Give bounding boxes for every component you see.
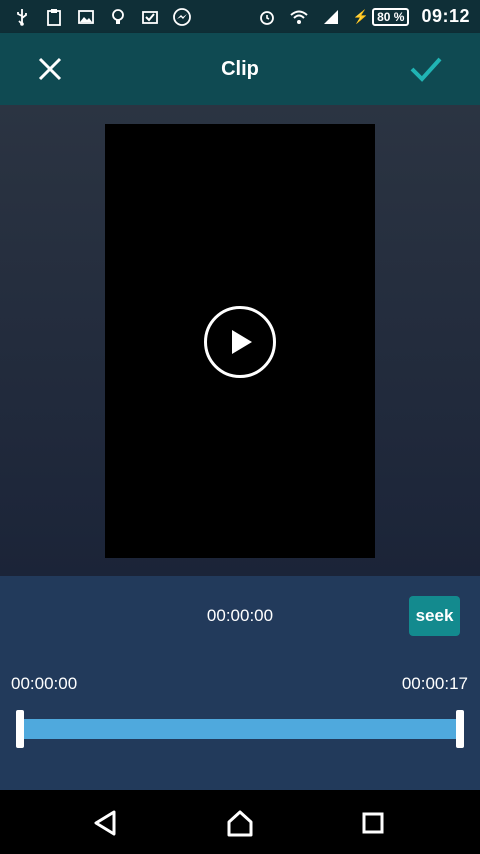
home-icon <box>227 810 253 837</box>
clip-start-time: 00:00:00 <box>11 674 78 693</box>
usb-icon <box>12 7 32 27</box>
messenger-icon <box>172 7 192 27</box>
wifi-icon <box>289 7 309 27</box>
clipboard-icon <box>44 7 64 27</box>
play-icon <box>232 330 252 354</box>
navigation-bar <box>0 790 480 854</box>
signal-icon <box>321 7 341 27</box>
clip-end-time: 00:00:17 <box>401 674 468 693</box>
confirm-button[interactable] <box>404 49 448 89</box>
bulb-icon <box>108 7 128 27</box>
mail-check-icon <box>140 7 160 27</box>
alarm-icon <box>257 7 277 27</box>
back-button[interactable] <box>88 806 122 840</box>
status-left-icons <box>12 7 192 27</box>
image-icon <box>76 7 96 27</box>
back-icon <box>94 810 116 836</box>
recent-apps-button[interactable] <box>356 806 390 840</box>
trim-start-handle[interactable] <box>16 710 24 748</box>
status-bar: ⚡ 80 % 09:12 <box>0 0 480 33</box>
video-preview-area <box>0 105 480 576</box>
check-icon <box>410 57 442 82</box>
app-bar: Clip <box>0 33 480 105</box>
video-preview[interactable] <box>105 124 375 558</box>
battery-level: 80 % <box>372 7 410 26</box>
clip-timeline[interactable] <box>20 719 460 739</box>
home-button[interactable] <box>223 806 257 840</box>
recent-apps-icon <box>362 812 384 834</box>
clip-control-panel: 00:00:00 seek 00:00:00 00:00:17 <box>0 576 480 790</box>
trim-end-handle[interactable] <box>456 710 464 748</box>
status-right-icons: ⚡ 80 % 09:12 <box>257 6 470 27</box>
current-time: 00:00:00 <box>206 606 274 625</box>
charging-icon: ⚡ <box>352 8 370 24</box>
battery-indicator: ⚡ 80 % <box>352 7 410 26</box>
play-button[interactable] <box>204 306 276 378</box>
status-clock: 09:12 <box>421 6 470 26</box>
seek-button[interactable]: seek <box>409 596 460 636</box>
